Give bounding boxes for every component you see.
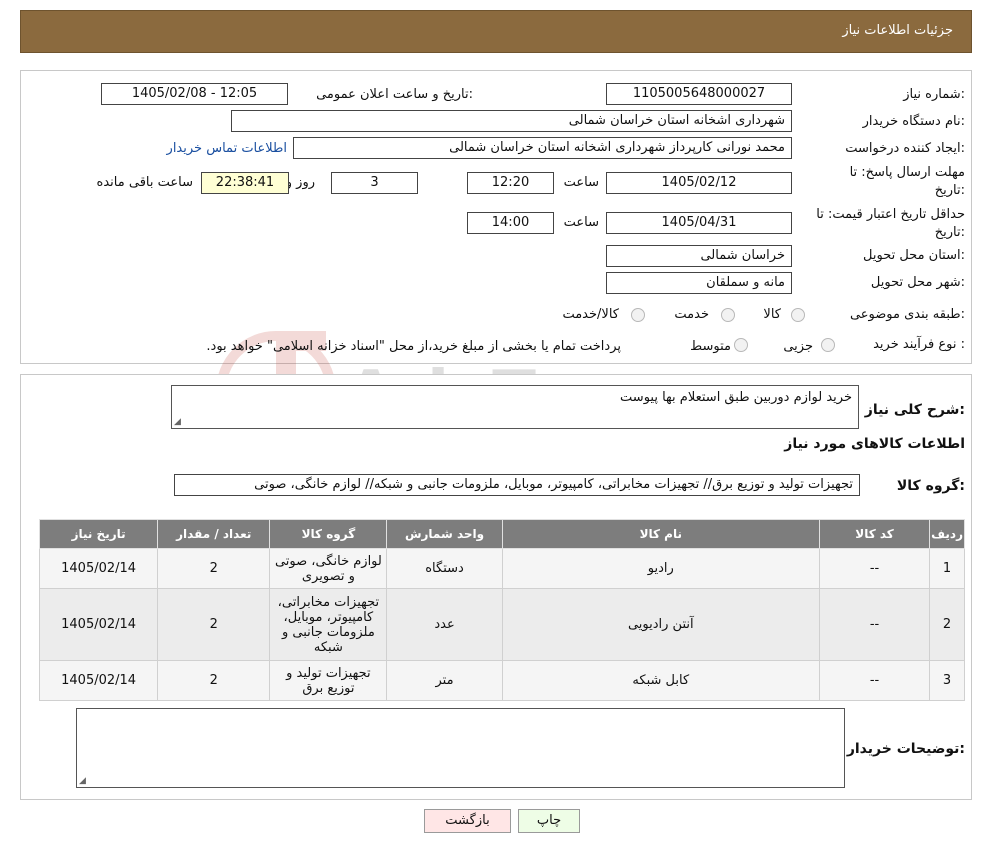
page-title: جزئیات اطلاعات نیاز <box>842 23 953 38</box>
summary-label: شرح کلی نیاز: <box>864 402 965 418</box>
cell-code: -- <box>818 588 931 661</box>
goods-table: ردیف کد کالا نام کالا واحد شمارش گروه کا… <box>38 519 965 701</box>
cell-row-number: 2 <box>929 588 965 661</box>
table-row: 2 -- آنتن رادیویی عدد تجهیزات مخابراتی، … <box>38 588 965 661</box>
buyer-notes-label: توضیحات خریدار: <box>846 741 965 757</box>
days-label: روز و <box>285 175 315 190</box>
page-header: جزئیات اطلاعات نیاز <box>20 10 972 53</box>
price-validity-label: حداقل تاریخ اعتبار قیمت: تا <box>816 207 965 222</box>
process-option-minor: جزیی <box>783 339 813 354</box>
need-number-label: شماره نیاز: <box>903 87 965 102</box>
cell-unit: عدد <box>386 588 503 661</box>
goods-group-field: تجهیزات تولید و توزیع برق// تجهیزات مخاب… <box>174 474 860 496</box>
cell-code: -- <box>818 548 931 589</box>
goods-info-title: اطلاعات کالاهای مورد نیاز <box>784 436 965 452</box>
resize-handle-icon[interactable]: ◢ <box>79 776 86 786</box>
cell-need-date: 1405/02/14 <box>38 588 159 661</box>
back-button[interactable]: بازگشت <box>424 809 511 833</box>
cell-unit: متر <box>386 660 503 701</box>
category-radio-goods-service[interactable] <box>631 308 645 322</box>
buyer-notes-textarea[interactable]: ◢ <box>76 708 845 788</box>
cell-quantity: 2 <box>157 588 271 661</box>
process-type-label: نوع فرآیند خرید : <box>873 337 965 352</box>
price-validity-time-field: 14:00 <box>467 212 554 234</box>
need-info-panel: AriaTender شماره نیاز: 1105005648000027 … <box>20 70 972 451</box>
col-header-row: ردیف <box>929 519 965 549</box>
col-header-group: گروه کالا <box>269 519 388 549</box>
cell-group: تجهیزات مخابراتی، کامپیوتر، موبایل، ملزو… <box>269 588 388 661</box>
summary-text: خرید لوازم دوربین طبق استعلام بها پیوست <box>620 390 852 405</box>
deadline-date-field: 1405/02/12 <box>606 172 792 194</box>
cell-name: کابل شبکه <box>501 660 820 701</box>
cell-unit: دستگاه <box>386 548 503 589</box>
province-field: خراسان شمالی <box>606 245 792 267</box>
cell-quantity: 2 <box>157 660 271 701</box>
category-label: طبقه بندی موضوعی: <box>849 307 965 322</box>
announce-datetime-label: تاریخ و ساعت اعلان عمومی: <box>316 87 473 102</box>
buyer-org-label: نام دستگاه خریدار: <box>862 114 965 129</box>
cell-row-number: 3 <box>929 660 965 701</box>
col-header-quantity: تعداد / مقدار <box>157 519 271 549</box>
remaining-time-field: 22:38:41 <box>201 172 289 194</box>
category-option-goods-service: کالا/خدمت <box>562 307 619 322</box>
city-label: شهر محل تحویل: <box>870 275 965 290</box>
goods-details-panel: شرح کلی نیاز: خرید لوازم دوربین طبق استع… <box>20 374 972 800</box>
col-header-unit: واحد شمارش <box>386 519 503 549</box>
process-radio-minor[interactable] <box>821 338 835 352</box>
process-note: پرداخت تمام یا بخشی از مبلغ خرید،از محل … <box>206 339 621 354</box>
price-validity-date-field: 1405/04/31 <box>606 212 792 234</box>
price-validity-label-date: تاریخ: <box>934 225 965 240</box>
buyer-contact-link[interactable]: اطلاعات تماس خریدار <box>167 141 287 156</box>
cell-group: لوازم خانگی، صوتی و تصویری <box>269 548 388 589</box>
category-option-service: خدمت <box>674 307 709 322</box>
table-row: 1 -- رادیو دستگاه لوازم خانگی، صوتی و تص… <box>38 548 965 589</box>
announce-datetime-field: 1405/02/08 - 12:05 <box>101 83 288 105</box>
days-remaining-field: 3 <box>331 172 418 194</box>
col-header-code: کد کالا <box>818 519 931 549</box>
process-radio-medium[interactable] <box>734 338 748 352</box>
deadline-label-date: تاریخ: <box>934 183 965 198</box>
category-radio-service[interactable] <box>721 308 735 322</box>
buyer-org-field: شهرداری اشخانه استان خراسان شمالی <box>231 110 792 132</box>
cell-name: رادیو <box>501 548 820 589</box>
goods-group-label: گروه کالا: <box>896 478 965 494</box>
city-field: مانه و سملقان <box>606 272 792 294</box>
deadline-time-label: ساعت <box>563 175 599 190</box>
col-header-need-date: تاریخ نیاز <box>38 519 159 549</box>
cell-code: -- <box>818 660 931 701</box>
price-validity-time-label: ساعت <box>563 215 599 230</box>
creator-label: ایجاد کننده درخواست: <box>845 141 965 156</box>
resize-handle-icon[interactable]: ◢ <box>174 417 181 427</box>
col-header-name: نام کالا <box>501 519 820 549</box>
cell-group: تجهیزات تولید و توزیع برق <box>269 660 388 701</box>
process-option-medium: متوسط <box>690 339 731 354</box>
need-number-field: 1105005648000027 <box>606 83 792 105</box>
print-button[interactable]: چاپ <box>518 809 580 833</box>
category-radio-goods[interactable] <box>791 308 805 322</box>
deadline-label: مهلت ارسال پاسخ: تا <box>849 165 965 180</box>
cell-row-number: 1 <box>929 548 965 589</box>
creator-field: محمد نورانی کارپرداز شهرداری اشخانه استا… <box>293 137 792 159</box>
remaining-time-label: ساعت باقی مانده <box>96 175 193 190</box>
cell-need-date: 1405/02/14 <box>38 660 159 701</box>
category-option-goods: کالا <box>763 307 781 322</box>
province-label: استان محل تحویل: <box>863 248 965 263</box>
deadline-time-field: 12:20 <box>467 172 554 194</box>
table-row: 3 -- کابل شبکه متر تجهیزات تولید و توزیع… <box>38 660 965 701</box>
cell-need-date: 1405/02/14 <box>38 548 159 589</box>
cell-name: آنتن رادیویی <box>501 588 820 661</box>
cell-quantity: 2 <box>157 548 271 589</box>
summary-textarea[interactable]: خرید لوازم دوربین طبق استعلام بها پیوست … <box>171 385 859 429</box>
